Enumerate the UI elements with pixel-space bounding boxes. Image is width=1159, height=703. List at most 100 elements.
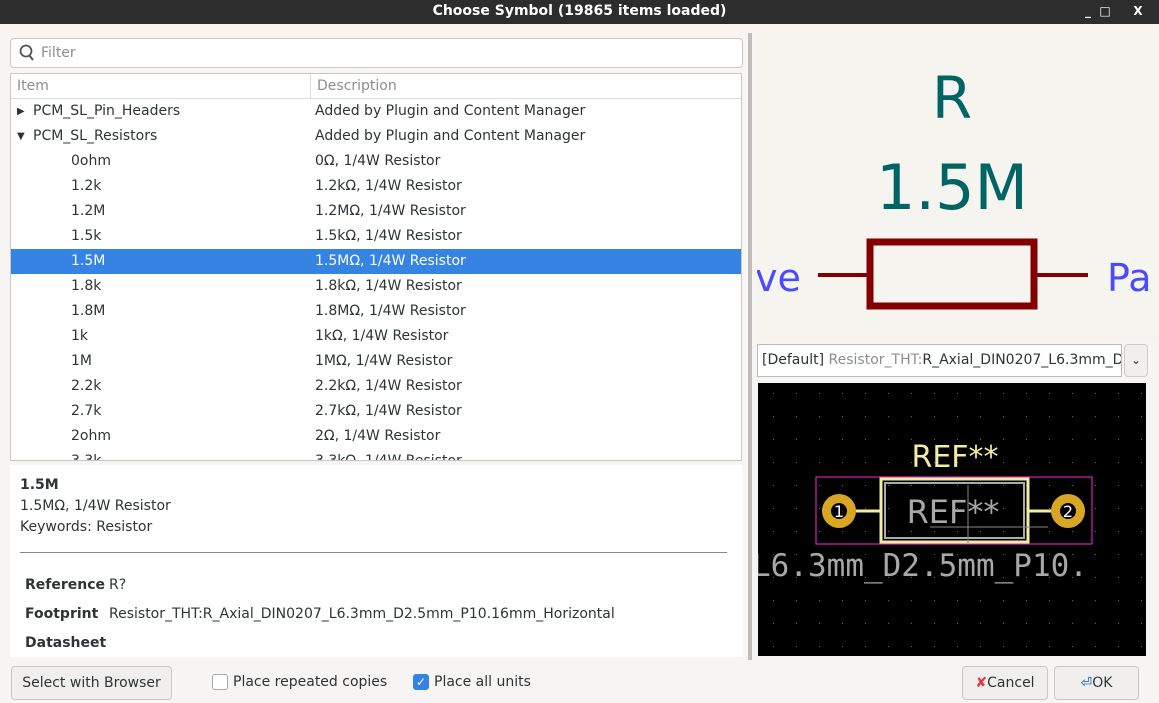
footprint-library: Resistor_THT: <box>828 352 923 368</box>
footprint-preview: REF** REF** 1 2 L6.3mm_D2.5mm_P10. <box>758 383 1146 656</box>
tree-row[interactable]: 1.2k 1.2kΩ, 1/4W Resistor <box>11 174 741 199</box>
search-icon <box>19 44 34 61</box>
field-label: Datasheet <box>25 635 107 651</box>
cancel-label: Cancel <box>987 675 1035 691</box>
tree-row-item: 1.2M <box>11 199 315 224</box>
pad-2-number: 2 <box>1063 502 1073 521</box>
maximize-button[interactable]: □ <box>1095 0 1115 22</box>
item-description: 1kΩ, 1/4W Resistor <box>315 328 449 344</box>
item-name: 2.2k <box>71 378 102 394</box>
footprint-prefix: [Default] <box>762 352 825 368</box>
title-bar: Choose Symbol (19865 items loaded) _ □ X <box>0 0 1159 24</box>
tree-row[interactable]: 1M 1MΩ, 1/4W Resistor <box>11 349 741 374</box>
column-header-description[interactable]: Description <box>311 74 397 98</box>
tree-row[interactable]: 1k 1kΩ, 1/4W Resistor <box>11 324 741 349</box>
item-name: 1M <box>71 353 92 369</box>
filter-placeholder: Filter <box>41 45 76 61</box>
select-with-browser-button[interactable]: Select with Browser <box>11 666 172 700</box>
fab-reference-text: REF** <box>907 493 1000 531</box>
tree-header: Item Description <box>11 74 741 99</box>
filter-input[interactable]: Filter <box>10 38 743 68</box>
tree-row-item: ▶ PCM_SL_Pin_Headers <box>11 99 315 124</box>
item-description: 1MΩ, 1/4W Resistor <box>315 353 453 369</box>
chevron-down-icon[interactable]: ⌄ <box>1124 344 1148 377</box>
field-label: Footprint <box>25 606 99 622</box>
item-name: PCM_SL_Resistors <box>33 128 158 144</box>
item-description: 2Ω, 1/4W Resistor <box>315 428 441 444</box>
tree-row-item: 1.5k <box>11 224 315 249</box>
tree-row[interactable]: 0ohm 0Ω, 1/4W Resistor <box>11 149 741 174</box>
symbol-value-text: 1.5M <box>876 151 1028 224</box>
item-name: 1.5k <box>71 228 102 244</box>
tree-row-item: 1M <box>11 349 315 374</box>
field-datasheet: Datasheet <box>20 635 733 652</box>
tree-row[interactable]: 2ohm 2Ω, 1/4W Resistor <box>11 424 741 449</box>
tree-row[interactable]: ▼ PCM_SL_Resistors Added by Plugin and Con… <box>11 124 741 149</box>
expanded-triangle-icon[interactable]: ▼ <box>17 124 25 149</box>
item-description: 1.8MΩ, 1/4W Resistor <box>315 303 466 319</box>
checkbox-label: Place repeated copies <box>233 674 388 690</box>
item-name: 1.2M <box>71 203 106 219</box>
field-footprint: Footprint Resistor_THT:R_Axial_DIN0207_L6… <box>20 606 733 623</box>
item-description: 2.7kΩ, 1/4W Resistor <box>315 403 462 419</box>
footprint-select[interactable]: [Default] Resistor_THT:R_Axial_DIN0207_L… <box>757 344 1122 377</box>
item-name: 0ohm <box>71 153 111 169</box>
footprint-value-text: L6.3mm_D2.5mm_P10. <box>758 548 1088 584</box>
pin-name-left: ve <box>757 256 801 300</box>
cancel-button[interactable]: ✘Cancel <box>962 666 1048 700</box>
item-description: 1.8kΩ, 1/4W Resistor <box>315 278 462 294</box>
tree-row[interactable]: ▶ PCM_SL_Pin_Headers Added by Plugin and C… <box>11 99 741 124</box>
tree-row[interactable]: 1.5M 1.5MΩ, 1/4W Resistor <box>11 249 741 274</box>
symbol-tree[interactable]: Item Description ▶ PCM_SL_Pin_Headers Adde… <box>10 73 742 461</box>
tree-row-item: ▼ PCM_SL_Resistors <box>11 124 315 149</box>
item-name: PCM_SL_Pin_Headers <box>33 103 181 119</box>
details-keywords: Keywords: Resistor <box>20 519 153 535</box>
symbol-preview: R 1.5M ve Pa <box>757 33 1159 341</box>
close-button[interactable]: X <box>1128 0 1148 22</box>
item-name: 1k <box>71 328 89 344</box>
tree-row[interactable]: 2.2k 2.2kΩ, 1/4W Resistor <box>11 374 741 399</box>
checkbox-box[interactable]: ✓ <box>413 674 429 690</box>
item-name: 2ohm <box>71 428 111 444</box>
item-description: 1.5MΩ, 1/4W Resistor <box>315 253 466 269</box>
place-all-units-checkbox[interactable]: ✓ Place all units <box>413 674 531 690</box>
field-value: R? <box>109 577 127 593</box>
splitter-handle[interactable] <box>748 33 752 660</box>
item-description: 3.3kΩ, 1/4W Resistor <box>315 453 462 461</box>
item-name: 1.2k <box>71 178 102 194</box>
window-title: Choose Symbol (19865 items loaded) <box>432 3 727 19</box>
item-name: 1.8M <box>71 303 106 319</box>
checkbox-label: Place all units <box>434 674 531 690</box>
place-repeated-copies-checkbox[interactable]: Place repeated copies <box>212 674 387 690</box>
enter-arrow-icon: ⏎ <box>1080 675 1093 691</box>
item-name: 3.3k <box>71 453 102 461</box>
footprint-name: R_Axial_DIN0207_L6.3mm_D2.5mm_P10.16mm_H… <box>922 352 1122 368</box>
field-reference: Reference R? <box>20 577 733 594</box>
silk-reference-text: REF** <box>911 440 998 475</box>
tree-row[interactable]: 2.7k 2.7kΩ, 1/4W Resistor <box>11 399 741 424</box>
tree-row-item: 2.7k <box>11 399 315 424</box>
ok-label: OK <box>1092 675 1113 691</box>
item-description: 0Ω, 1/4W Resistor <box>315 153 441 169</box>
pin-name-right: Pa <box>1107 256 1152 300</box>
tree-row-item: 1k <box>11 324 315 349</box>
field-value: Resistor_THT:R_Axial_DIN0207_L6.3mm_D2.5… <box>109 606 615 622</box>
resistor-body <box>866 238 1038 310</box>
tree-row[interactable]: 3.3k 3.3kΩ, 1/4W Resistor <box>11 449 741 461</box>
tree-row[interactable]: 1.5k 1.5kΩ, 1/4W Resistor <box>11 224 741 249</box>
tree-row-item: 2ohm <box>11 424 315 449</box>
tree-row-item: 3.3k <box>11 449 315 461</box>
checkbox-box[interactable] <box>212 674 228 690</box>
tree-row-item: 1.5M <box>11 249 315 274</box>
column-header-item[interactable]: Item <box>11 74 311 98</box>
tree-row[interactable]: 1.2M 1.2MΩ, 1/4W Resistor <box>11 199 741 224</box>
cancel-x-icon: ✘ <box>975 675 988 691</box>
tree-row-item: 1.8k <box>11 274 315 299</box>
collapsed-triangle-icon[interactable]: ▶ <box>17 99 25 124</box>
tree-row[interactable]: 1.8M 1.8MΩ, 1/4W Resistor <box>11 299 741 324</box>
field-label: Reference <box>25 577 106 593</box>
tree-row-item: 1.8M <box>11 299 315 324</box>
ok-button[interactable]: ⏎OK <box>1054 666 1139 700</box>
tree-row[interactable]: 1.8k 1.8kΩ, 1/4W Resistor <box>11 274 741 299</box>
item-description: 2.2kΩ, 1/4W Resistor <box>315 378 462 394</box>
